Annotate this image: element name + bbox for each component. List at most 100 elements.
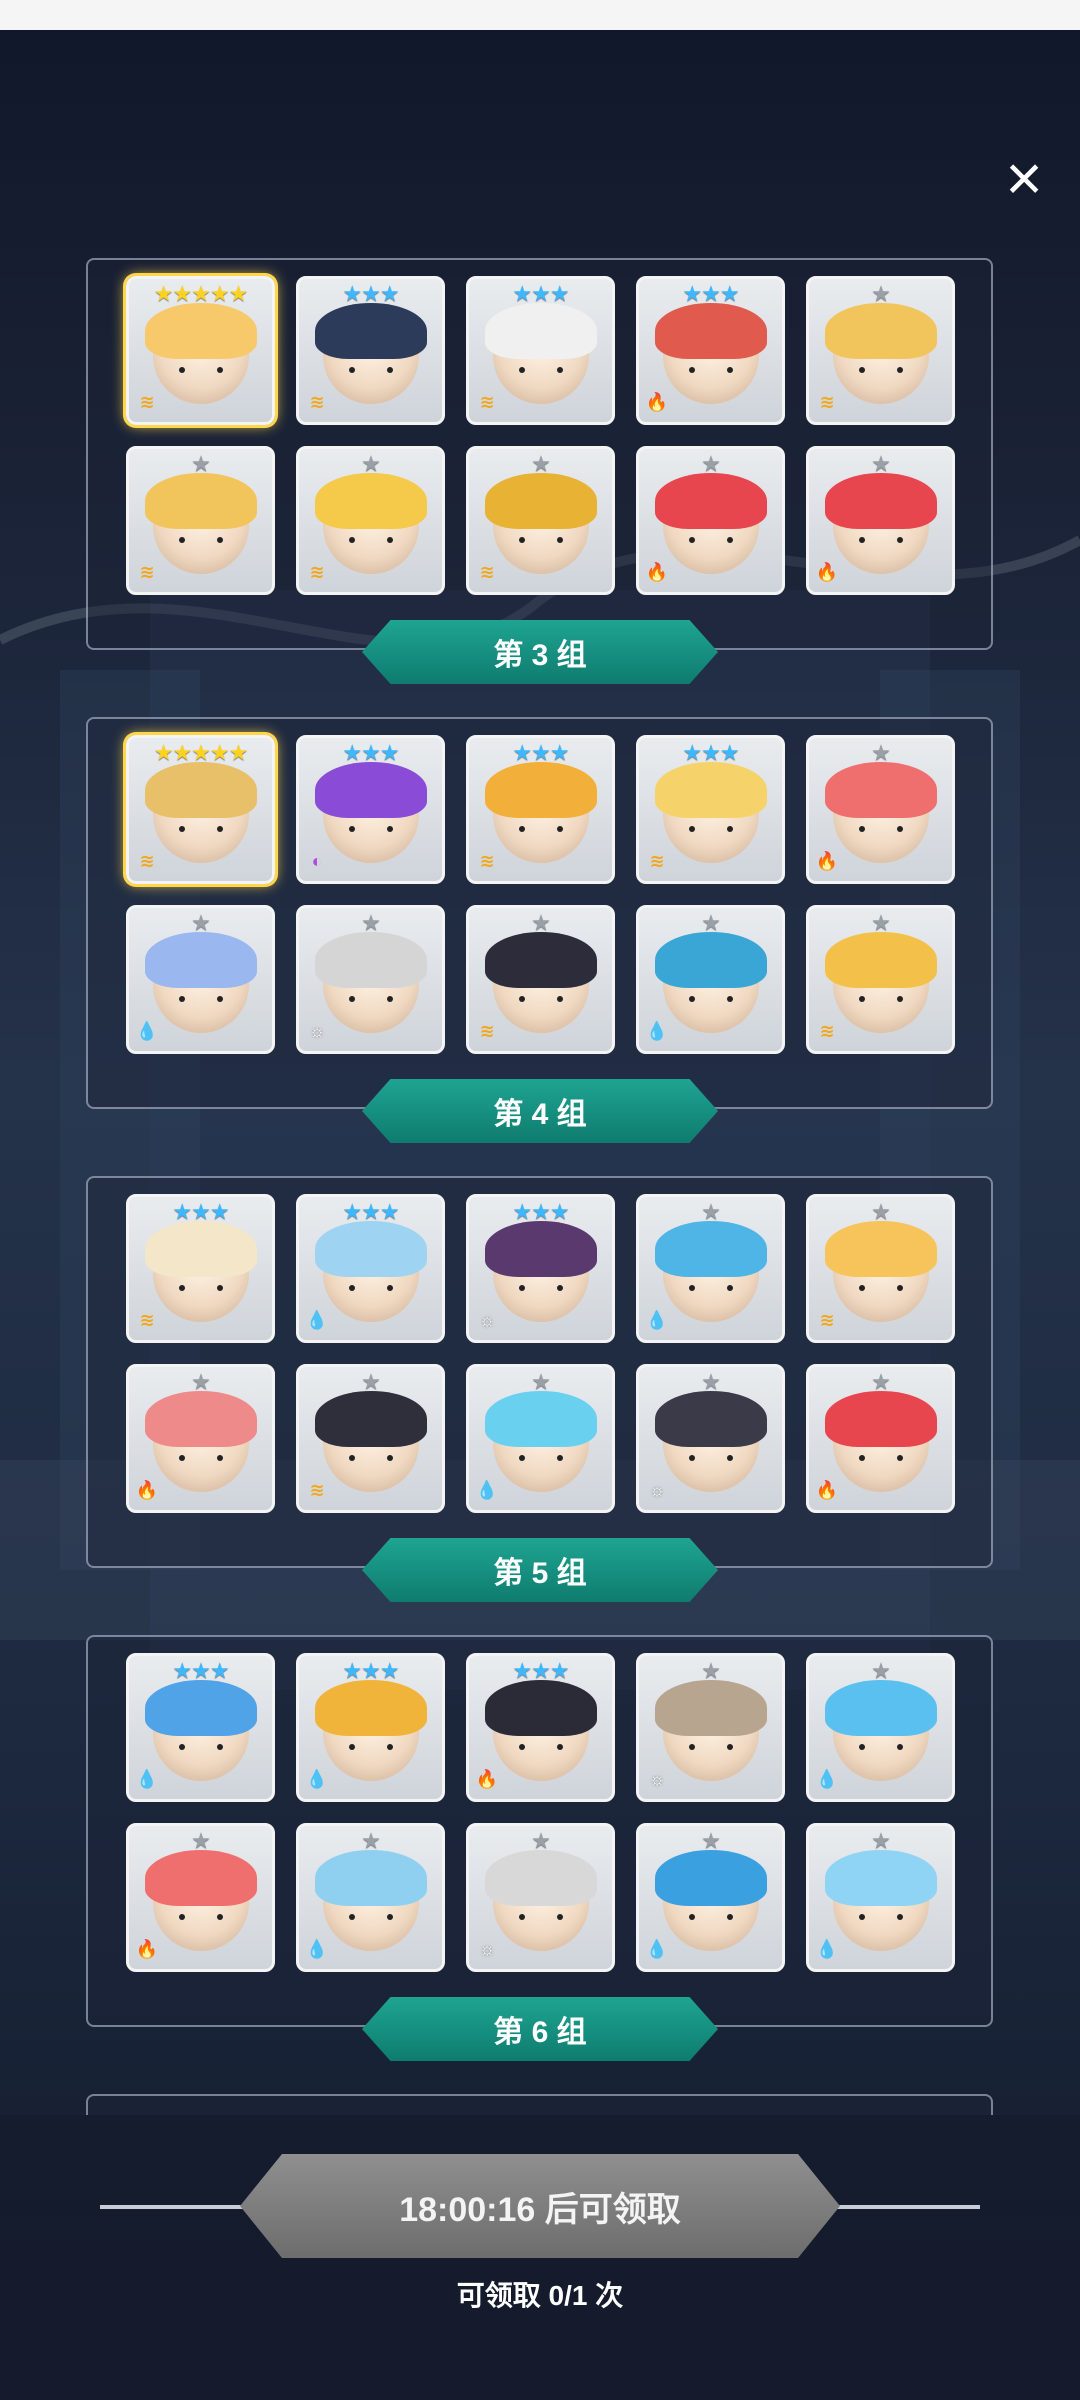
group-panel: ★★★★★ ≋ ★★★ ◐ ★★★ ≋ ★★★ ≋ ★ 🔥 ★ 💧 ★ ☼ ★ ≋ ★ 💧 ★ ≋ xyxy=(86,717,993,1109)
hero-eyes xyxy=(688,826,733,832)
hero-card[interactable]: ★★★ 💧 xyxy=(296,1194,445,1343)
hero-card[interactable]: ★★★ ◐ xyxy=(296,735,445,884)
hero-eyes xyxy=(858,1744,903,1750)
light-element-icon: ☼ xyxy=(478,1309,496,1330)
star-rating: ★★★ xyxy=(342,1199,399,1224)
hero-card[interactable]: ★ ☼ xyxy=(296,905,445,1054)
star-rating: ★★★★★ xyxy=(153,281,249,306)
hero-card[interactable]: ★ ≋ xyxy=(296,446,445,595)
hero-card[interactable]: ★ 🔥 xyxy=(806,446,955,595)
water-element-icon: 💧 xyxy=(305,1938,329,1959)
hero-eyes xyxy=(518,826,563,832)
group-panel: ★★★★★ ≋ ★★★ ≋ ★★★ ≋ ★★★ 🔥 ★ ≋ ★ ≋ ★ ≋ ★ ≋ ★ 🔥 ★ 🔥 xyxy=(86,258,993,650)
hero-card[interactable]: ★★★ ☼ xyxy=(466,1194,615,1343)
hero-card[interactable]: ★ 🔥 xyxy=(126,1364,275,1513)
hero-card[interactable]: ★★★ ≋ xyxy=(126,1194,275,1343)
hero-card[interactable]: ★★★ 💧 xyxy=(126,1653,275,1802)
hero-card[interactable]: ★ 💧 xyxy=(806,1653,955,1802)
hero-card[interactable]: ★ ☼ xyxy=(466,1823,615,1972)
hero-card[interactable]: ★ 💧 xyxy=(296,1823,445,1972)
hero-eyes xyxy=(348,1914,393,1920)
hero-eyes xyxy=(178,1285,223,1291)
hero-hair xyxy=(484,1391,597,1447)
hero-card[interactable]: ★ 🔥 xyxy=(806,1364,955,1513)
hero-hair xyxy=(144,1850,257,1906)
star-rating: ★★★ xyxy=(512,1199,569,1224)
hero-card[interactable]: ★ ≋ xyxy=(466,905,615,1054)
close-icon[interactable]: × xyxy=(1005,146,1042,210)
hero-card[interactable]: ★★★ 🔥 xyxy=(636,276,785,425)
group-panel: ★★★ ≋ ★★★ 💧 ★★★ ☼ ★ 💧 ★ ≋ ★ 🔥 ★ ≋ ★ 💧 ★ ☼ ★ 🔥 xyxy=(86,1176,993,1568)
wind-element-icon: ≋ xyxy=(479,1020,495,1041)
hero-card[interactable]: ★ ≋ xyxy=(466,446,615,595)
water-element-icon: 💧 xyxy=(645,1020,669,1041)
fire-element-icon: 🔥 xyxy=(475,1768,499,1789)
hero-card[interactable]: ★ 🔥 xyxy=(806,735,955,884)
wind-element-icon: ≋ xyxy=(479,561,495,582)
hero-hair xyxy=(824,762,937,818)
hero-hair xyxy=(484,762,597,818)
hero-card[interactable]: ★ ☼ xyxy=(636,1364,785,1513)
star-rating: ★ xyxy=(701,1199,721,1224)
hero-card[interactable]: ★★★ ≋ xyxy=(296,276,445,425)
hero-card[interactable]: ★ 💧 xyxy=(466,1364,615,1513)
hero-card[interactable]: ★★★ 💧 xyxy=(296,1653,445,1802)
claim-button[interactable]: 18:00:16 后可领取 xyxy=(240,2154,840,2258)
hero-card[interactable]: ★ ≋ xyxy=(296,1364,445,1513)
wind-element-icon: ≋ xyxy=(309,391,325,412)
hero-hair xyxy=(654,1850,767,1906)
hero-card[interactable]: ★★★ ≋ xyxy=(466,276,615,425)
hero-card[interactable]: ★ 💧 xyxy=(636,905,785,1054)
star-rating: ★ xyxy=(531,1828,551,1853)
hero-eyes xyxy=(858,537,903,543)
star-rating: ★ xyxy=(361,451,381,476)
hero-card[interactable]: ★ 🔥 xyxy=(126,1823,275,1972)
hero-grid: ★★★ ≋ ★★★ 💧 ★★★ ☼ ★ 💧 ★ ≋ ★ 🔥 ★ ≋ ★ 💧 ★ ☼ ★ 🔥 xyxy=(126,1194,955,1513)
hero-hair xyxy=(654,303,767,359)
fire-element-icon: 🔥 xyxy=(815,1479,839,1500)
hero-hair xyxy=(484,1221,597,1277)
hero-card[interactable]: ★ 💧 xyxy=(636,1194,785,1343)
wind-element-icon: ≋ xyxy=(139,391,155,412)
water-element-icon: 💧 xyxy=(815,1938,839,1959)
hero-card[interactable]: ★★★★★ ≋ xyxy=(126,276,275,425)
hero-eyes xyxy=(858,1455,903,1461)
hero-card[interactable]: ★ 💧 xyxy=(636,1823,785,1972)
group-label: 第 3 组 xyxy=(362,620,718,684)
hero-hair xyxy=(654,1680,767,1736)
hero-card[interactable]: ★ ≋ xyxy=(806,276,955,425)
wind-element-icon: ≋ xyxy=(309,1479,325,1500)
hero-card[interactable]: ★★★★★ ≋ xyxy=(126,735,275,884)
light-element-icon: ☼ xyxy=(648,1768,666,1789)
hero-card[interactable]: ★★★ ≋ xyxy=(466,735,615,884)
water-element-icon: 💧 xyxy=(135,1768,159,1789)
close-button[interactable]: × xyxy=(996,146,1052,210)
hero-card[interactable]: ★ ≋ xyxy=(126,446,275,595)
groups-scroll-list[interactable]: ★★★★★ ≋ ★★★ ≋ ★★★ ≋ ★★★ 🔥 ★ ≋ ★ ≋ ★ ≋ ★ ≋ ★ 🔥 ★ 🔥 第 3 组 ★★★… xyxy=(0,250,1080,2115)
hero-card[interactable]: ★ 💧 xyxy=(806,1823,955,1972)
hero-card[interactable]: ★ ☼ xyxy=(636,1653,785,1802)
hero-card[interactable]: ★★★ ≋ xyxy=(636,735,785,884)
hero-eyes xyxy=(348,367,393,373)
hero-card[interactable]: ★★★ 🔥 xyxy=(466,1653,615,1802)
hero-card[interactable]: ★ 🔥 xyxy=(636,446,785,595)
hero-hair xyxy=(314,303,427,359)
group-3: ★★★★★ ≋ ★★★ ≋ ★★★ ≋ ★★★ 🔥 ★ ≋ ★ ≋ ★ ≋ ★ ≋ ★ 🔥 ★ 🔥 第 3 组 xyxy=(86,258,993,684)
hero-eyes xyxy=(348,537,393,543)
hero-card[interactable]: ★ 💧 xyxy=(126,905,275,1054)
hero-hair xyxy=(314,473,427,529)
hero-grid: ★★★ 💧 ★★★ 💧 ★★★ 🔥 ★ ☼ ★ 💧 ★ 🔥 ★ 💧 ★ ☼ ★ 💧 ★ 💧 xyxy=(126,1653,955,1972)
hero-card[interactable]: ★ ≋ xyxy=(806,905,955,1054)
hero-hair xyxy=(314,1391,427,1447)
star-rating: ★ xyxy=(531,451,551,476)
group-5: ★★★ ≋ ★★★ 💧 ★★★ ☼ ★ 💧 ★ ≋ ★ 🔥 ★ ≋ ★ 💧 ★ ☼ ★ 🔥 第 5 组 xyxy=(86,1176,993,1602)
hero-hair xyxy=(144,473,257,529)
light-element-icon: ☼ xyxy=(478,1938,496,1959)
hero-card[interactable]: ★ ≋ xyxy=(806,1194,955,1343)
hero-hair xyxy=(484,473,597,529)
hero-hair xyxy=(484,1850,597,1906)
star-rating: ★ xyxy=(701,1658,721,1683)
hero-hair xyxy=(654,473,767,529)
wind-element-icon: ≋ xyxy=(819,391,835,412)
star-rating: ★★★ xyxy=(682,740,739,765)
